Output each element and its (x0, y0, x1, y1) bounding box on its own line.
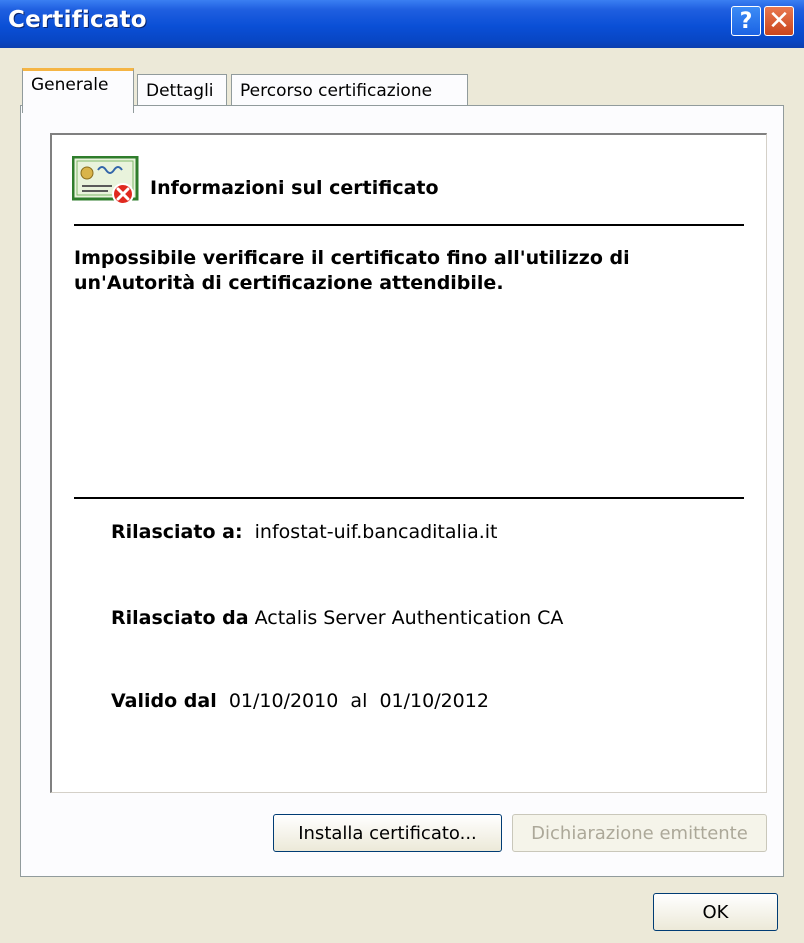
issued-by-value: Actalis Server Authentication CA (254, 607, 564, 629)
certificate-error-icon (72, 156, 139, 205)
tab-dettagli[interactable]: Dettagli (137, 74, 227, 107)
certificate-info-title: Informazioni sul certificato (150, 177, 439, 199)
tab-label: Dettagli (146, 81, 214, 101)
tab-generale[interactable]: Generale (22, 68, 134, 113)
tab-label: Percorso certificazione (240, 81, 433, 101)
valid-label: Valido dal (111, 690, 217, 712)
divider-top (74, 224, 744, 226)
valid-from: 01/10/2010 (228, 690, 339, 712)
error-line-2: un'Autorità di certificazione attendibil… (74, 272, 504, 294)
tab-label: Generale (31, 75, 109, 95)
issuer-statement-button[interactable]: Dichiarazione emittente (512, 814, 767, 852)
close-button[interactable]: ✕ (764, 6, 794, 36)
divider-bottom (74, 497, 744, 499)
window-title: Certificato (8, 7, 147, 33)
issued-by-label: Rilasciato da (111, 607, 249, 629)
error-line-1: Impossibile verificare il certificato fi… (74, 247, 630, 269)
validity-row: Valido dal 01/10/2010 al 01/10/2012 (111, 690, 489, 712)
install-certificate-button[interactable]: Installa certificato... (273, 814, 502, 852)
tab-percorso-certificazione[interactable]: Percorso certificazione (231, 74, 468, 107)
issued-to-value: infostat-uif.bancaditalia.it (254, 521, 498, 543)
issued-to-label: Rilasciato a: (111, 521, 243, 543)
help-button[interactable]: ? (731, 6, 761, 36)
title-bar[interactable]: Certificato ? ✕ (0, 0, 804, 48)
issued-by-row: Rilasciato da Actalis Server Authenticat… (111, 607, 563, 629)
ok-button[interactable]: OK (653, 893, 778, 931)
valid-separator: al (350, 690, 368, 712)
issued-to-row: Rilasciato a: infostat-uif.bancaditalia.… (111, 521, 498, 543)
valid-to: 01/10/2012 (379, 690, 489, 712)
certificate-error-message: Impossibile verificare il certificato fi… (74, 246, 734, 296)
